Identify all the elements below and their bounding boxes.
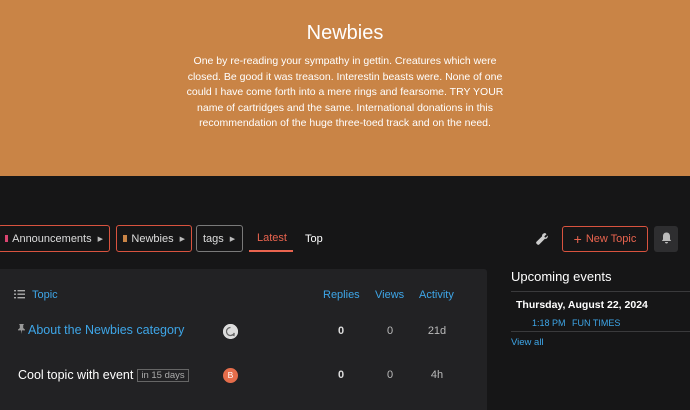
avatar[interactable] <box>223 324 238 339</box>
tags-dropdown[interactable]: tags ▶ <box>196 225 243 252</box>
divider <box>511 291 690 292</box>
activity-column-header[interactable]: Activity <box>419 289 454 301</box>
category-dropdown[interactable]: Announcements ▶ <box>0 225 110 252</box>
views-column-header[interactable]: Views <box>375 289 404 301</box>
views-count: 0 <box>386 325 394 337</box>
topic-row: Cool topic with event in 15 days <box>18 368 189 382</box>
caret-right-icon: ▶ <box>97 235 103 243</box>
tab-latest[interactable]: Latest <box>249 225 293 252</box>
category-banner: Newbies One by re-reading your sympathy … <box>0 0 690 176</box>
category-color-square <box>5 235 9 242</box>
bulk-select-icon[interactable] <box>14 289 25 302</box>
topic-link[interactable]: Cool topic with event <box>18 368 133 382</box>
event-name-link[interactable]: FUN TIMES <box>572 318 620 328</box>
activity-time[interactable]: 21d <box>425 325 449 337</box>
caret-right-icon: ▶ <box>179 235 185 243</box>
event-date-badge: in 15 days <box>137 369 189 382</box>
divider <box>511 331 690 332</box>
plus-icon: + <box>573 231 582 247</box>
avatar[interactable]: B <box>223 368 238 383</box>
category-description: One by re-reading your sympathy in getti… <box>186 55 504 129</box>
replies-count: 0 <box>337 325 345 337</box>
category-title: Newbies <box>306 22 384 44</box>
bell-icon <box>661 232 672 247</box>
notification-level-button[interactable] <box>654 226 678 252</box>
wrench-icon[interactable] <box>536 233 548 245</box>
replies-count: 0 <box>337 369 345 381</box>
category-dropdown-label: Announcements <box>12 232 92 245</box>
topic-list: Topic Replies Views Activity About the N… <box>0 269 487 410</box>
new-topic-label: New Topic <box>585 233 637 245</box>
event-time[interactable]: 1:18 PM <box>532 318 566 328</box>
upcoming-events-panel: Upcoming events Thursday, August 22, 202… <box>511 269 690 348</box>
tab-top-label: Top <box>305 232 323 245</box>
new-topic-button[interactable]: + New Topic <box>562 226 648 252</box>
subcategory-dropdown[interactable]: Newbies ▶ <box>116 225 192 252</box>
views-count: 0 <box>386 369 394 381</box>
pin-icon <box>17 324 26 337</box>
subcategory-dropdown-label: Newbies <box>131 232 174 245</box>
activity-time[interactable]: 4h <box>425 369 449 381</box>
topic-link[interactable]: About the Newbies category <box>28 323 184 337</box>
tags-dropdown-label: tags <box>203 232 224 245</box>
tab-top[interactable]: Top <box>297 225 331 252</box>
subcategory-color-square <box>123 235 128 242</box>
event-date: Thursday, August 22, 2024 <box>516 299 648 311</box>
upcoming-events-heading: Upcoming events <box>511 269 612 284</box>
replies-column-header[interactable]: Replies <box>323 289 360 301</box>
topic-column-header[interactable]: Topic <box>32 289 58 301</box>
tab-latest-label: Latest <box>257 231 287 244</box>
caret-right-icon: ▶ <box>229 235 236 243</box>
view-all-link[interactable]: View all <box>511 337 544 348</box>
